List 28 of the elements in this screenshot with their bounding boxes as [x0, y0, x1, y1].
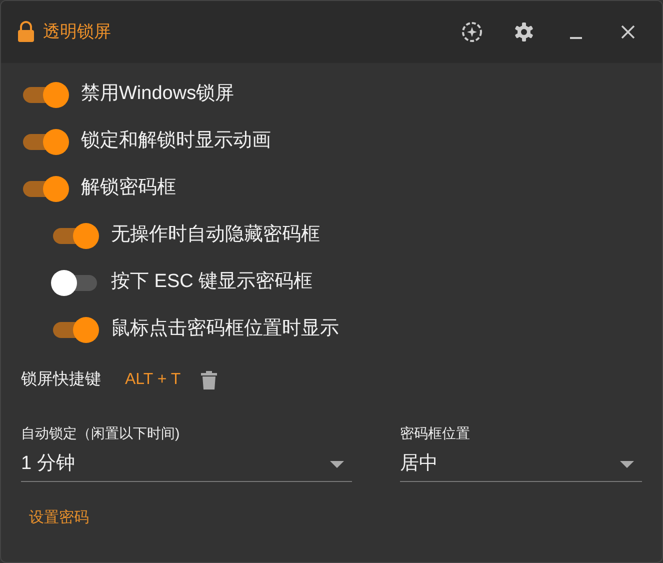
- settings-icon: [514, 22, 534, 42]
- dropdown[interactable]: 1 分钟: [21, 448, 352, 482]
- dropdown-label: 密码框位置: [400, 424, 471, 443]
- window-title: 透明锁屏: [43, 21, 111, 44]
- toggle-switch[interactable]: [21, 174, 69, 202]
- dropdown[interactable]: 居中: [400, 448, 642, 482]
- close-icon: [621, 25, 635, 39]
- sync-icon: [461, 21, 483, 43]
- lock-icon: [17, 21, 35, 43]
- toggle-label: 无操作时自动隐藏密码框: [111, 223, 320, 248]
- set-password-link[interactable]: 设置密码: [29, 509, 89, 526]
- toggle-switch[interactable]: [51, 222, 99, 250]
- toggle-label: 按下 ESC 键显示密码框: [111, 270, 313, 294]
- toggle-label: 锁定和解锁时显示动画: [81, 129, 271, 154]
- toggle-switch[interactable]: [21, 80, 69, 108]
- toggle-label: 鼠标点击密码框位置时显示: [111, 317, 339, 342]
- toggle-label: 禁用Windows锁屏: [81, 82, 234, 106]
- toggle-switch[interactable]: [51, 268, 99, 296]
- trash-icon: [200, 370, 217, 390]
- toggle-switch[interactable]: [21, 128, 69, 156]
- caret-icon: [330, 460, 344, 468]
- minimize-icon: [570, 37, 582, 39]
- hotkey-value: ALT + T: [125, 370, 181, 390]
- toggle-switch[interactable]: [51, 316, 99, 344]
- toggle-label: 解锁密码框: [81, 176, 176, 200]
- dropdown-label: 自动锁定（闲置以下时间): [21, 424, 181, 443]
- caret-icon: [620, 460, 634, 468]
- hotkey-label: 锁屏快捷键: [21, 370, 101, 390]
